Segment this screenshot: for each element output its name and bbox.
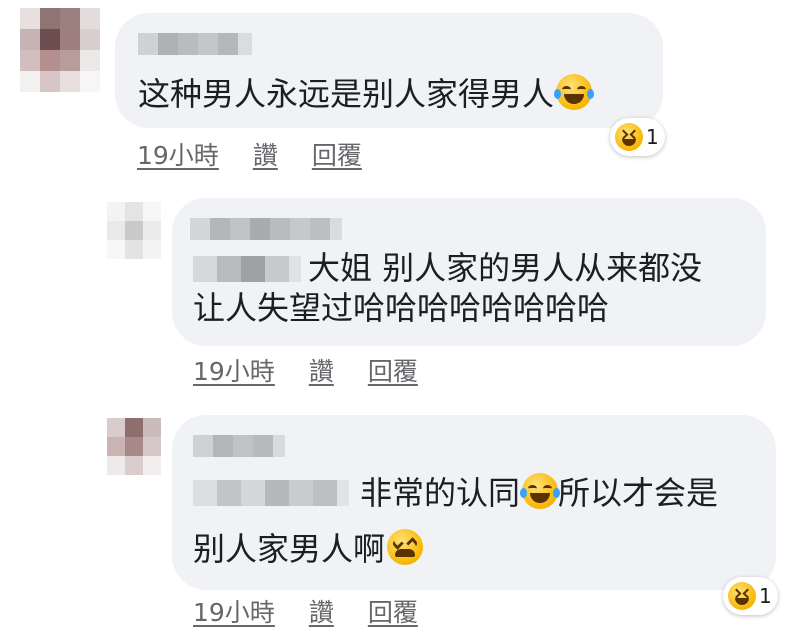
comment-3: 非常的认同 所以才会是 别人家男人啊 1 19小時 讚 回覆 (0, 410, 800, 633)
comment-text-segment: 所以才会是 (558, 474, 719, 512)
like-button[interactable]: 讚 (309, 593, 334, 629)
reaction-count: 1 (759, 584, 772, 608)
comment-meta: 19小時 讚 回覆 (193, 593, 418, 629)
grinning-squint-icon (728, 582, 756, 610)
reaction-badge[interactable]: 1 (723, 577, 778, 615)
comment-text-line-2: 让人失望过哈哈哈哈哈哈哈哈 (193, 289, 610, 327)
comment-1: 这种男人永远是别人家得男人 1 19小時 讚 回覆 (0, 0, 800, 180)
avatar[interactable] (107, 418, 161, 475)
avatar[interactable] (20, 8, 100, 92)
comment-2: 大姐 别人家的男人从来都没 让人失望过哈哈哈哈哈哈哈哈 19小時 讚 回覆 (0, 190, 800, 390)
reaction-badge[interactable]: 1 (610, 118, 665, 156)
reply-button[interactable]: 回覆 (368, 352, 418, 388)
like-button[interactable]: 讚 (253, 136, 278, 172)
comment-text-line-2: 别人家男人啊 (193, 528, 424, 570)
laughing-tears-icon (554, 74, 595, 110)
tired-face-icon (387, 529, 424, 565)
timestamp-link[interactable]: 19小時 (137, 136, 219, 172)
comment-text-segment: 别人家男人啊 (193, 530, 386, 568)
author-name-blurred[interactable] (193, 435, 285, 457)
mention-blurred[interactable] (193, 480, 349, 506)
reaction-count: 1 (646, 125, 659, 149)
like-button[interactable]: 讚 (309, 352, 334, 388)
comment-text-line: 这种男人永远是别人家得男人 (138, 75, 555, 113)
comment-text-line-1: 大姐 别人家的男人从来都没 (308, 249, 703, 287)
author-name-blurred[interactable] (190, 218, 342, 240)
comment-text-segment: 非常的认同 (360, 474, 521, 512)
timestamp-link[interactable]: 19小時 (193, 593, 275, 629)
timestamp-link[interactable]: 19小時 (193, 352, 275, 388)
laughing-tears-icon (520, 473, 561, 509)
grinning-squint-icon (615, 123, 643, 151)
reply-button[interactable]: 回覆 (312, 136, 362, 172)
comment-meta: 19小時 讚 回覆 (137, 136, 362, 172)
comment-text: 这种男人永远是别人家得男人 (138, 73, 595, 115)
comment-text-line-1: 非常的认同 所以才会是 (360, 472, 718, 514)
reply-button[interactable]: 回覆 (368, 593, 418, 629)
avatar[interactable] (107, 202, 161, 259)
mention-blurred[interactable] (193, 256, 301, 282)
comment-meta: 19小時 讚 回覆 (193, 352, 418, 388)
author-name-blurred[interactable] (138, 33, 252, 55)
